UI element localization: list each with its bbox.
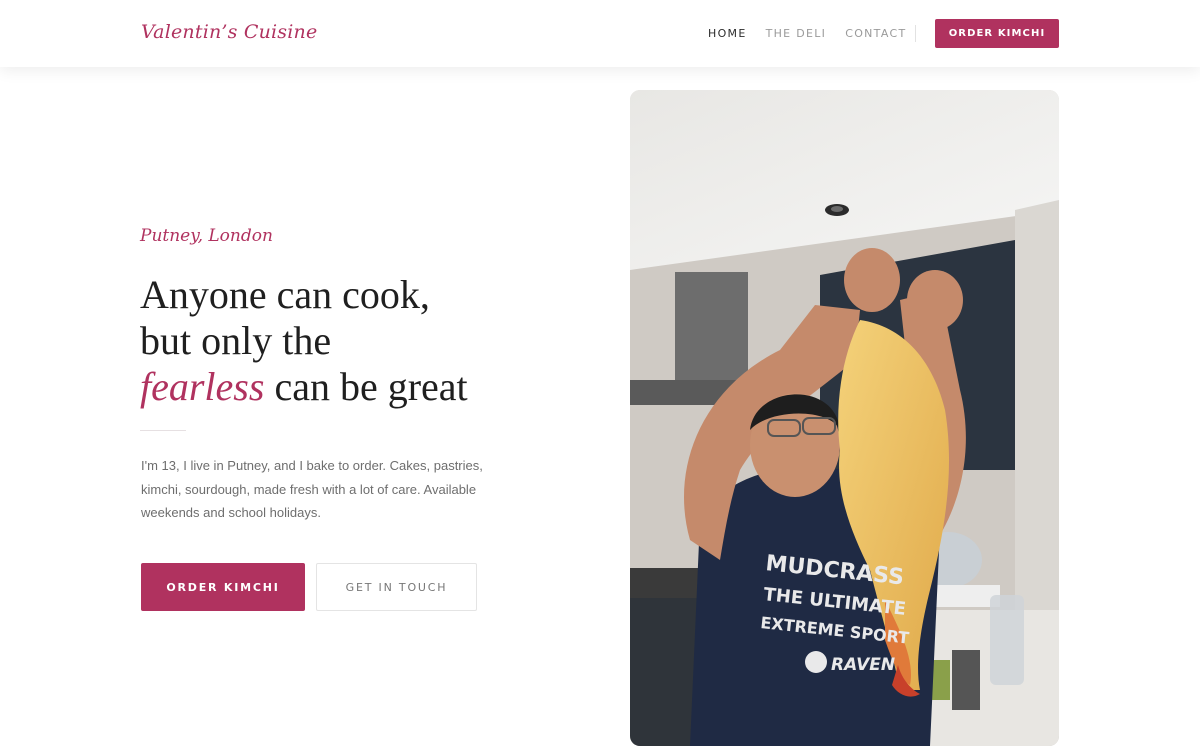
brand-logo[interactable]: Valentin’s Cuisine <box>141 21 317 43</box>
hero-location: Putney, London <box>140 226 273 246</box>
hero-intro-text: I'm 13, I live in Putney, and I bake to … <box>141 458 483 521</box>
hero-divider <box>140 430 186 431</box>
order-kimchi-button[interactable]: ORDER KIMCHI <box>141 563 305 611</box>
nav-item-the-deli[interactable]: THE DELI <box>766 27 827 40</box>
nav-item-contact[interactable]: CONTACT <box>845 27 906 40</box>
hero-headline: Anyone can cook, but only the fearless c… <box>140 272 580 410</box>
headline-rest: can be great <box>264 364 468 409</box>
headline-accent-word: fearless <box>140 364 265 409</box>
hero-photo: MUDCRASS THE ULTIMATE EXTREME SPORT RAVE… <box>630 90 1059 746</box>
headline-line-1: Anyone can cook, <box>140 272 430 317</box>
get-in-touch-button[interactable]: GET IN TOUCH <box>316 563 477 611</box>
shirt-logo-text: RAVEN <box>831 655 895 675</box>
header-order-kimchi-button[interactable]: ORDER KIMCHI <box>935 19 1059 48</box>
raven-logo-icon <box>805 651 827 673</box>
main-nav: HOME THE DELI CONTACT <box>708 27 925 40</box>
site-header: Valentin’s Cuisine HOME THE DELI CONTACT… <box>0 0 1200 67</box>
nav-divider <box>915 25 916 42</box>
headline-line-3: fearless can be great <box>140 364 580 410</box>
hero-photo-illustration: MUDCRASS THE ULTIMATE EXTREME SPORT RAVE… <box>630 90 1059 746</box>
headline-line-2: but only the <box>140 318 332 363</box>
nav-item-home[interactable]: HOME <box>708 27 747 40</box>
